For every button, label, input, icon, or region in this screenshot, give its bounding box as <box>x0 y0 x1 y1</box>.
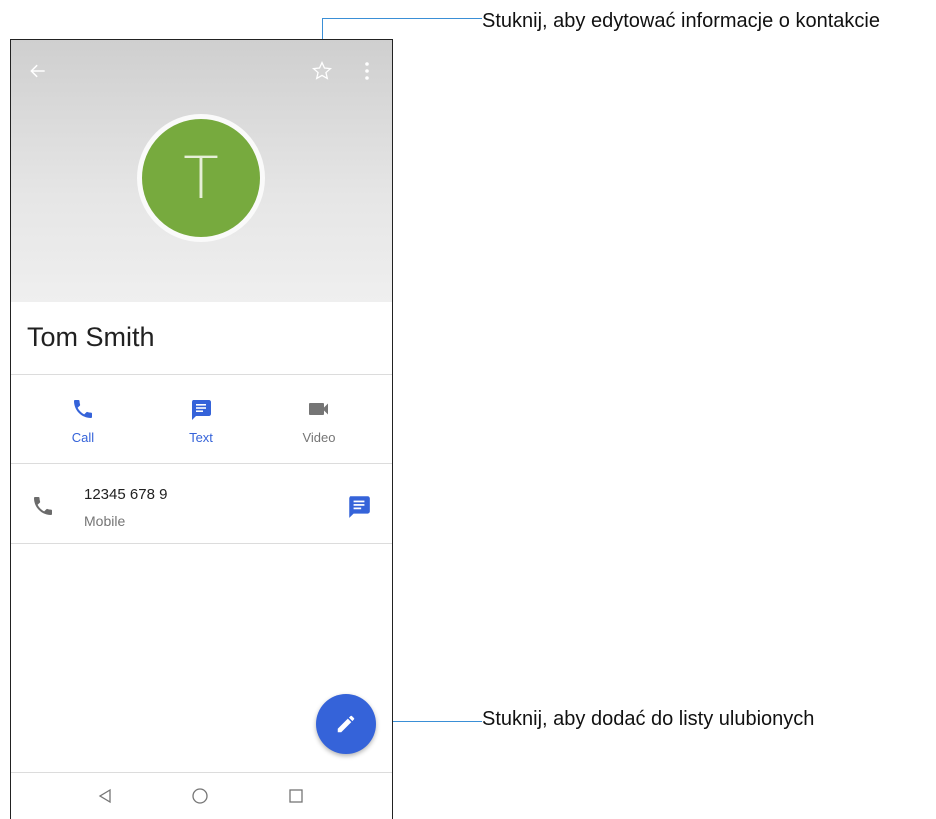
send-message-button[interactable] <box>346 493 372 519</box>
phone-screen: T Tom Smith Call Text Video 12345 678 9 … <box>10 39 393 819</box>
text-action-button[interactable]: Text <box>161 397 241 449</box>
nav-recents-icon <box>289 789 303 803</box>
callout-top-line <box>322 18 482 19</box>
favorite-star-button[interactable] <box>309 58 335 84</box>
text-label: Text <box>189 430 213 445</box>
more-vert-icon <box>365 62 369 80</box>
phone-type: Mobile <box>84 513 126 529</box>
arrow-back-icon <box>30 64 45 78</box>
divider <box>11 543 392 544</box>
video-label: Video <box>302 430 336 445</box>
callout-add-favorite: Stuknij, aby dodać do listy ulubionych <box>482 708 815 730</box>
divider <box>11 374 392 375</box>
avatar-initial: T <box>183 144 219 212</box>
callout-bottom-line <box>382 721 482 722</box>
phone-icon <box>74 400 92 418</box>
callout-edit-contact: Stuknij, aby edytować informacje o konta… <box>482 10 880 32</box>
phone-icon <box>34 497 52 515</box>
edit-contact-fab[interactable] <box>316 694 376 754</box>
videocam-icon <box>309 403 328 415</box>
more-options-button[interactable] <box>356 58 378 84</box>
star-outline-icon <box>312 61 332 80</box>
nav-back-button[interactable] <box>93 784 117 808</box>
message-icon <box>349 496 370 518</box>
contact-name: Tom Smith <box>27 322 155 352</box>
edit-pencil-icon <box>337 715 355 733</box>
divider <box>11 463 392 464</box>
nav-home-icon <box>192 788 208 804</box>
back-button[interactable] <box>25 58 51 84</box>
nav-back-icon <box>98 788 111 804</box>
nav-recents-button[interactable] <box>284 784 308 808</box>
contact-avatar: T <box>137 114 265 242</box>
call-action-button[interactable]: Call <box>43 397 123 449</box>
video-action-button[interactable]: Video <box>279 397 359 449</box>
nav-home-button[interactable] <box>188 784 212 808</box>
call-label: Call <box>71 430 95 445</box>
system-nav-bar <box>11 772 392 819</box>
phone-number: 12345 678 9 <box>84 486 168 503</box>
message-icon <box>192 400 211 420</box>
